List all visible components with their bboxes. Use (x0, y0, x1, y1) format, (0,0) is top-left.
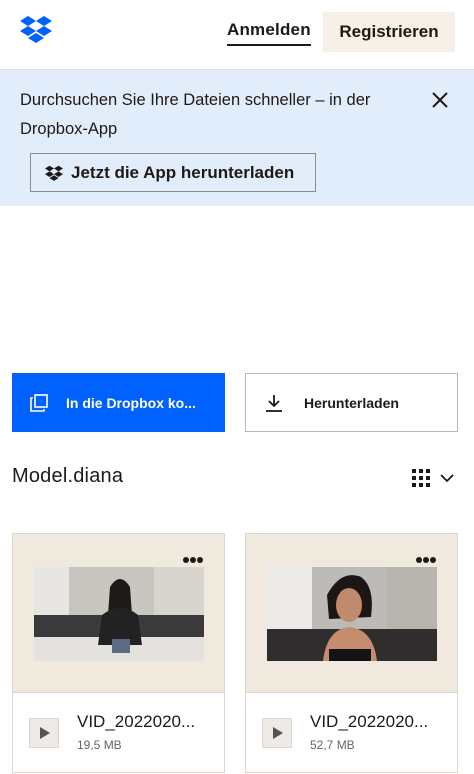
file-size: 19,5 MB (77, 738, 122, 752)
download-button[interactable]: Herunterladen (245, 373, 458, 432)
banner-text: Durchsuchen Sie Ihre Dateien schneller –… (20, 91, 371, 138)
dropbox-logo-icon (45, 165, 63, 181)
save-to-dropbox-label: In die Dropbox ko... (66, 394, 196, 411)
save-to-dropbox-button[interactable]: In die Dropbox ko... (12, 373, 225, 432)
more-options-icon[interactable] (415, 556, 437, 564)
file-name: VID_2022020... (310, 712, 429, 731)
file-name: VID_2022020... (77, 712, 196, 731)
video-thumbnail-image (34, 567, 204, 661)
file-card[interactable]: VID_2022020... 19,5 MB (12, 533, 225, 773)
copy-icon (30, 393, 48, 412)
card-divider (246, 692, 457, 693)
download-app-label: Jetzt die App herunterladen (71, 162, 295, 182)
play-icon (29, 718, 59, 748)
close-icon[interactable] (428, 88, 452, 112)
download-icon (266, 394, 282, 412)
view-toggle-button[interactable] (412, 467, 458, 489)
signin-link[interactable]: Anmelden (227, 20, 311, 46)
folder-title: Model.diana (12, 465, 124, 487)
file-card[interactable]: VID_2022020... 52,7 MB (245, 533, 458, 773)
play-icon (262, 718, 292, 748)
download-app-button[interactable]: Jetzt die App herunterladen (30, 153, 316, 192)
top-header: Anmelden Registrieren (0, 0, 474, 70)
chevron-down-icon (440, 474, 454, 483)
video-thumbnail-image (267, 567, 437, 661)
grid-view-icon (412, 469, 430, 487)
card-divider (13, 692, 224, 693)
register-button[interactable]: Registrieren (323, 12, 455, 52)
more-options-icon[interactable] (182, 556, 204, 564)
file-thumbnail (13, 534, 224, 692)
dropbox-logo-icon[interactable] (20, 15, 52, 43)
download-label: Herunterladen (304, 394, 399, 411)
file-thumbnail (246, 534, 457, 692)
file-size: 52,7 MB (310, 738, 355, 752)
